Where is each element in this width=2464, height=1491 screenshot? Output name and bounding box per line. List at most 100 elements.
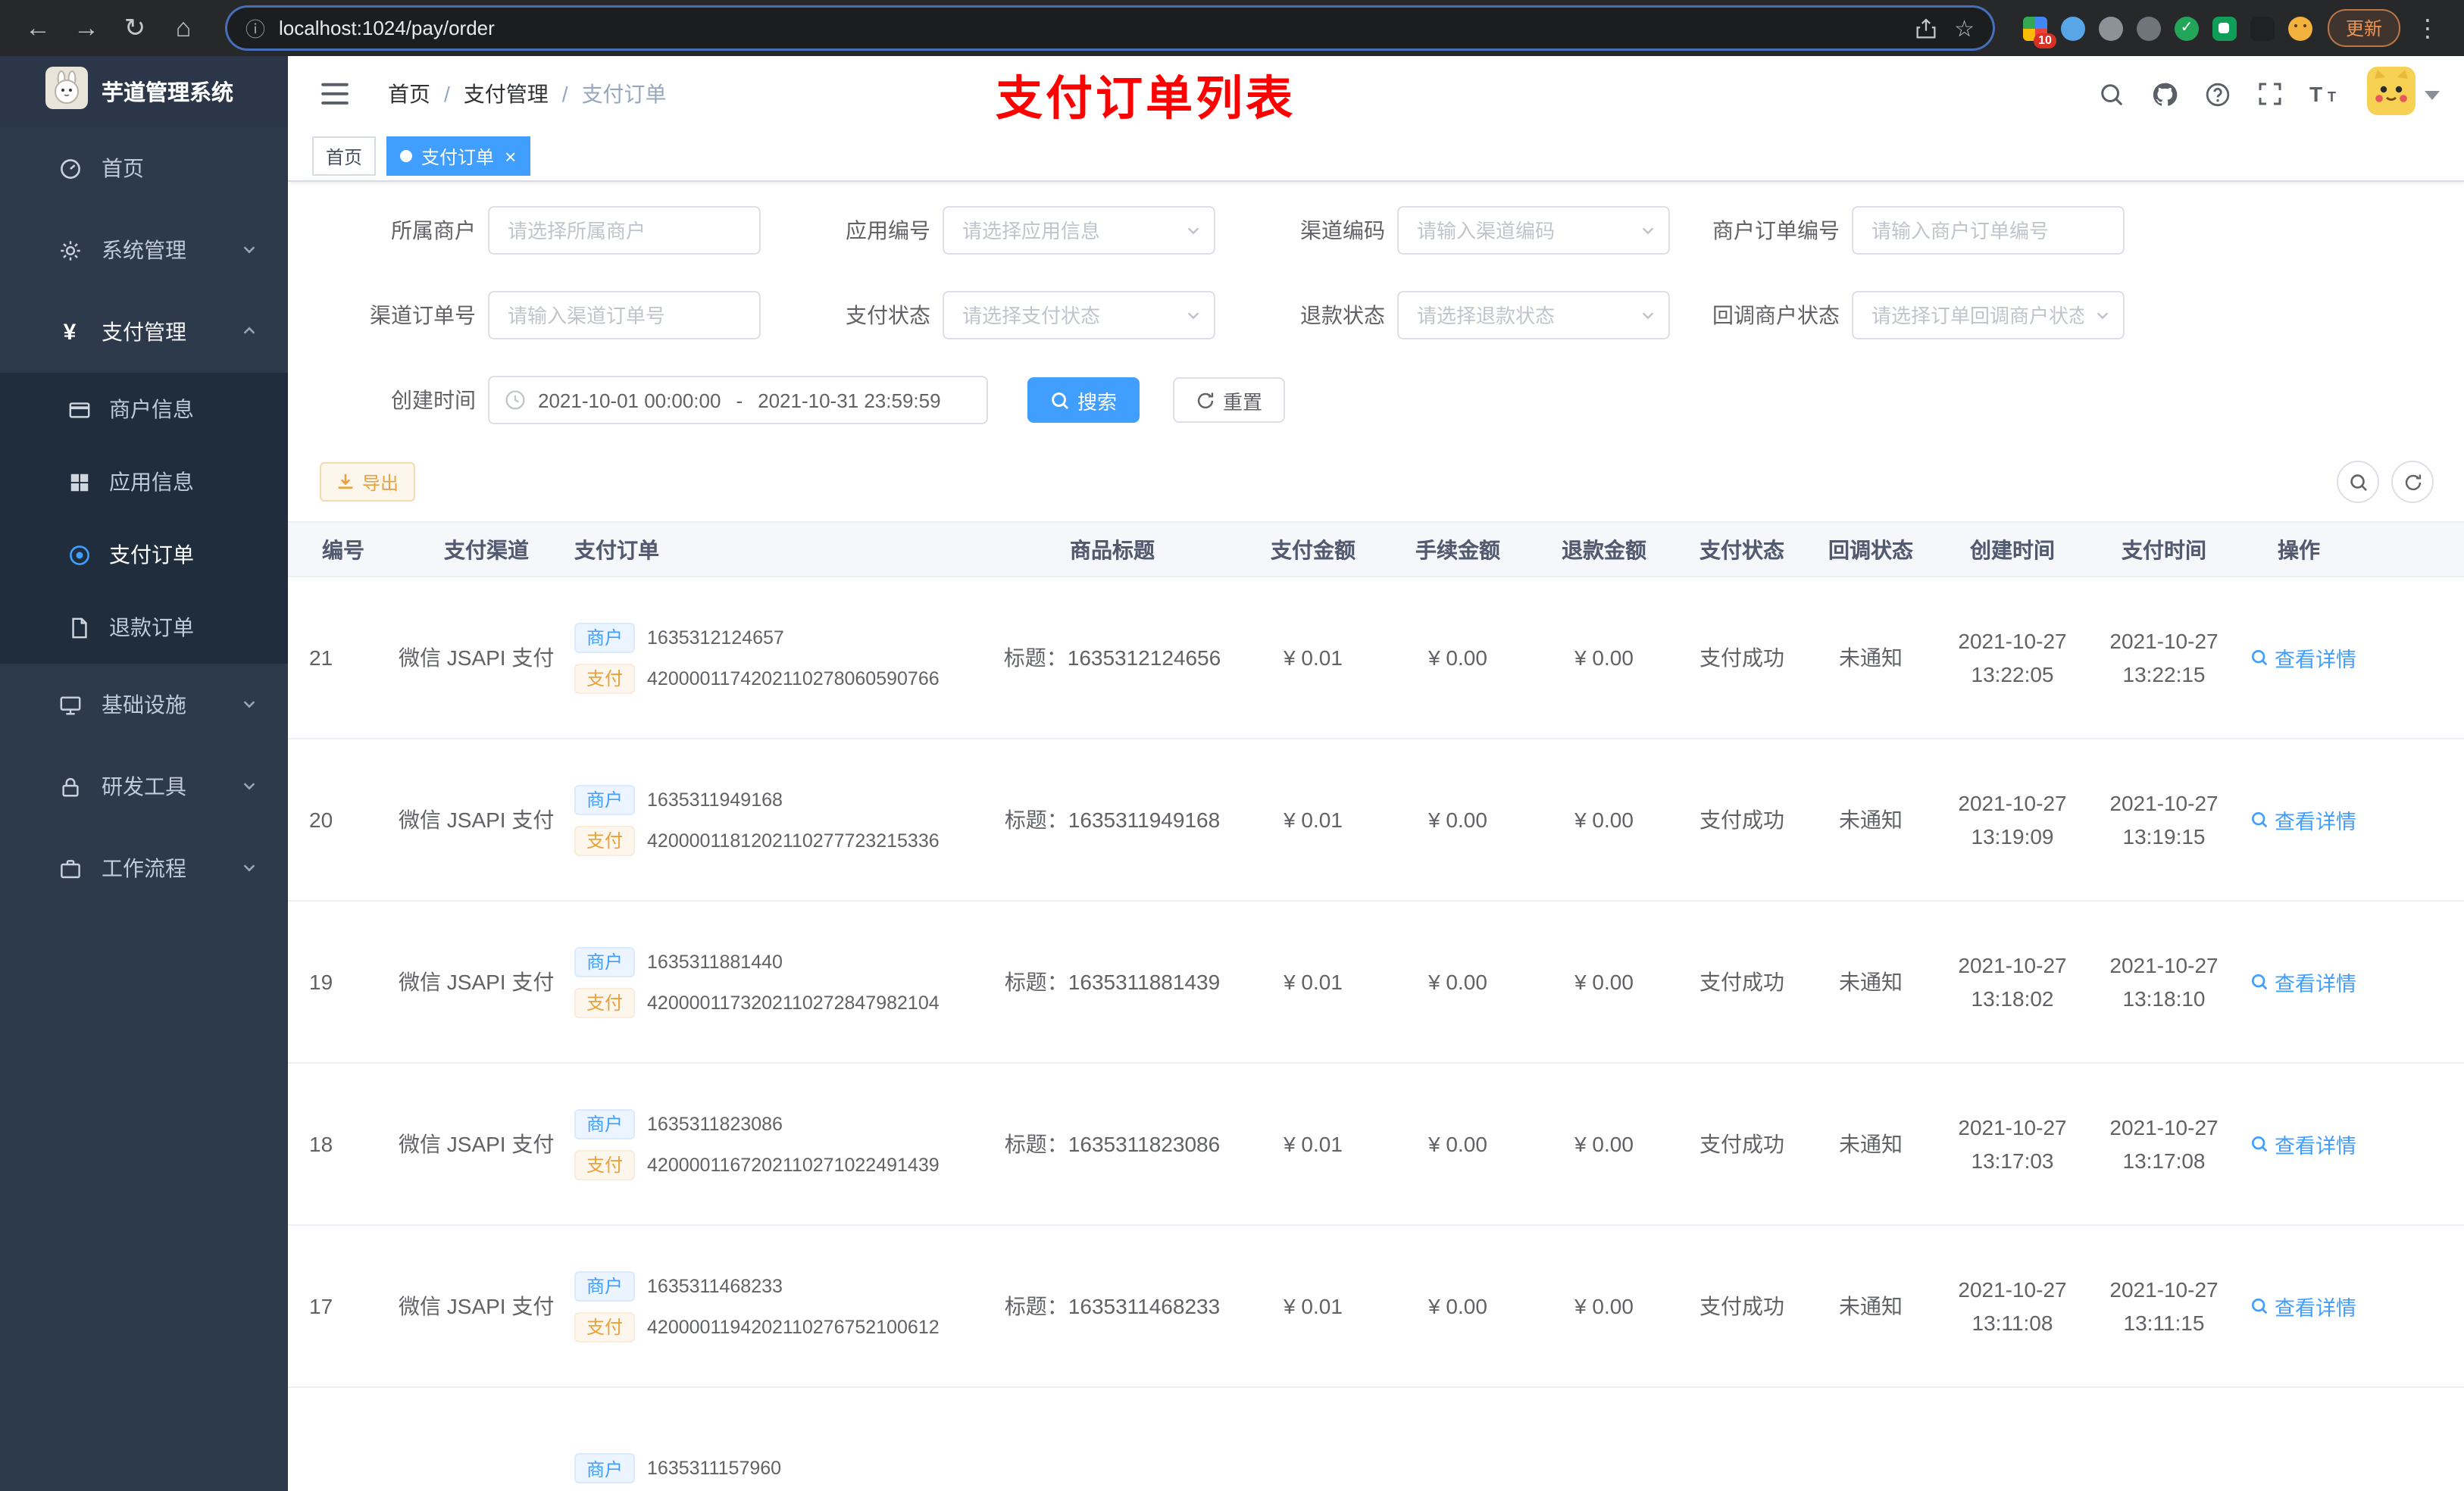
pay-channel: 微信 JSAPI 支付 [399, 1225, 574, 1388]
col-fee-header: 手续金额 [1385, 521, 1531, 577]
sidebar-item-workflow[interactable]: 工作流程 [0, 827, 288, 909]
github-icon[interactable] [2152, 81, 2178, 107]
fee-amount: ¥ 0.00 [1385, 739, 1531, 902]
view-detail-link[interactable]: 查看详情 [2250, 967, 2356, 997]
tab-pay-order[interactable]: 支付订单 × [386, 136, 530, 176]
date-start-value[interactable]: 2021-10-01 00:00:00 [538, 389, 721, 411]
pay-tag: 支付 [574, 1149, 636, 1180]
chevron-down-icon [1185, 307, 1202, 324]
merchant-tag: 商户 [574, 1271, 636, 1301]
extension-green-square-icon[interactable] [2212, 16, 2237, 40]
pay-tag: 支付 [574, 1311, 636, 1342]
fullscreen-icon[interactable] [2258, 82, 2282, 106]
gear-icon [58, 239, 82, 261]
font-size-icon[interactable]: TT [2309, 83, 2340, 105]
browser-profile-avatar[interactable] [2287, 16, 2312, 40]
sidebar-item-refund-order[interactable]: 退款订单 [0, 591, 288, 664]
pay-time: 2021-10-27 13:18:10 [2090, 901, 2238, 1064]
extension-gray-icon[interactable] [2098, 16, 2123, 40]
help-icon[interactable] [2205, 81, 2231, 107]
view-detail-link[interactable]: 查看详情 [2250, 1129, 2356, 1159]
app-id-select[interactable] [943, 206, 1215, 255]
sidebar-item-infrastructure[interactable]: 基础设施 [0, 664, 288, 746]
table-toolbar: 导出 [288, 461, 2464, 503]
filter-channel-order-no: 渠道订单号 [321, 291, 761, 339]
url-text[interactable]: localhost:1024/pay/order [279, 17, 1896, 39]
merchant-tag: 商户 [574, 946, 636, 977]
pay-channel: 微信 JSAPI 支付 [399, 1063, 574, 1226]
chevron-down-icon [1640, 307, 1656, 324]
payment-submenu: 商户信息 应用信息 支付订单 退款订单 [0, 373, 288, 664]
user-avatar-menu[interactable] [2367, 66, 2440, 122]
sidebar-item-dev-tools[interactable]: 研发工具 [0, 746, 288, 827]
pay-status: 支付成功 [1678, 1063, 1806, 1226]
extension-check-icon[interactable]: ✓ [2174, 16, 2199, 40]
export-button[interactable]: 导出 [320, 462, 416, 502]
sidebar-item-pay-order[interactable]: 支付订单 [0, 518, 288, 591]
product-title: 标题：1635312124656 [983, 577, 1241, 739]
product-title: 标题：1635311823086 [983, 1063, 1241, 1226]
view-detail-link[interactable]: 查看详情 [2250, 1291, 2356, 1321]
tab-close-icon[interactable]: × [505, 146, 516, 166]
col-channel-header: 支付渠道 [399, 521, 574, 577]
browser-forward-button[interactable]: → [67, 8, 106, 48]
sidebar: 芋道管理系统 首页 系统管理 ¥ 支付管理 商户信息 应用信息 支付订单 退款订… [0, 56, 288, 1491]
table-refresh-button[interactable] [2391, 461, 2434, 503]
merchant-order-no-input[interactable] [1852, 206, 2125, 255]
notify-status: 未通知 [1806, 739, 1935, 902]
filter-create-time: 创建时间 2021-10-01 00:00:00 - 2021-10-31 23… [321, 376, 988, 424]
extension-badge: 10 [2034, 33, 2056, 48]
pay-tag: 支付 [574, 825, 636, 855]
pay-amount: ¥ 0.01 [1241, 1225, 1385, 1388]
browser-update-button[interactable]: 更新 [2327, 9, 2400, 47]
sidebar-item-merchant-info[interactable]: 商户信息 [0, 373, 288, 445]
reset-button[interactable]: 重置 [1173, 377, 1286, 423]
breadcrumb-current: 支付订单 [581, 82, 667, 106]
browser-back-button[interactable]: ← [18, 8, 58, 48]
extension-dark-icon[interactable] [2250, 16, 2275, 40]
bookmark-star-icon[interactable]: ☆ [1954, 14, 1975, 42]
filter-app-id: 应用编号 [776, 206, 1215, 255]
breadcrumb-payment[interactable]: 支付管理 [464, 79, 549, 109]
channel-code-select[interactable] [1397, 206, 1670, 255]
extension-gray2-icon[interactable] [2136, 16, 2161, 40]
merchant-tag: 商户 [574, 1108, 636, 1139]
sidebar-item-system[interactable]: 系统管理 [0, 209, 288, 291]
table-search-button[interactable] [2337, 461, 2379, 503]
pay-status-select[interactable] [943, 291, 1215, 339]
sidebar-item-payment[interactable]: ¥ 支付管理 [0, 291, 288, 373]
create-time: 2021-10-27 13:17:03 [1935, 1063, 2090, 1226]
view-detail-link[interactable]: 查看详情 [2250, 805, 2356, 835]
lock-icon [58, 775, 82, 798]
browser-reload-button[interactable]: ↻ [115, 8, 155, 48]
pay-amount: ¥ 0.01 [1241, 739, 1385, 902]
browser-menu-button[interactable]: ⋮ [2409, 13, 2446, 43]
pay-tag: 支付 [574, 663, 636, 693]
yen-icon: ¥ [63, 319, 77, 345]
channel-order-no-input[interactable] [488, 291, 761, 339]
browser-home-button[interactable]: ⌂ [164, 8, 203, 48]
hamburger-icon[interactable] [309, 82, 361, 106]
search-icon[interactable] [2099, 81, 2125, 107]
extension-blue-icon[interactable] [2060, 16, 2085, 40]
app-logo-bar[interactable]: 芋道管理系统 [0, 56, 288, 127]
refund-status-select[interactable] [1397, 291, 1670, 339]
date-range-picker[interactable]: 2021-10-01 00:00:00 - 2021-10-31 23:59:5… [488, 376, 988, 424]
view-detail-link[interactable]: 查看详情 [2250, 642, 2356, 673]
date-end-value[interactable]: 2021-10-31 23:59:59 [758, 389, 940, 411]
share-icon[interactable] [1915, 17, 1936, 39]
order-id: 21 [288, 577, 399, 739]
sidebar-item-app-info[interactable]: 应用信息 [0, 445, 288, 518]
callback-status-select[interactable] [1852, 291, 2125, 339]
site-info-icon[interactable]: ⓘ [245, 14, 265, 42]
breadcrumb-home[interactable]: 首页 [388, 79, 430, 109]
tab-home[interactable]: 首页 [312, 136, 377, 176]
merchant-order-no: 1635311823086 [647, 1113, 783, 1134]
target-icon [67, 543, 91, 566]
search-button[interactable]: 搜索 [1027, 377, 1140, 423]
sidebar-item-home[interactable]: 首页 [0, 127, 288, 209]
fee-amount: ¥ 0.00 [1385, 901, 1531, 1064]
address-bar[interactable]: ⓘ localhost:1024/pay/order ☆ [227, 8, 1993, 48]
merchant-filter-input[interactable] [488, 206, 761, 255]
extension-colorful-icon[interactable]: 10 [2022, 16, 2056, 48]
